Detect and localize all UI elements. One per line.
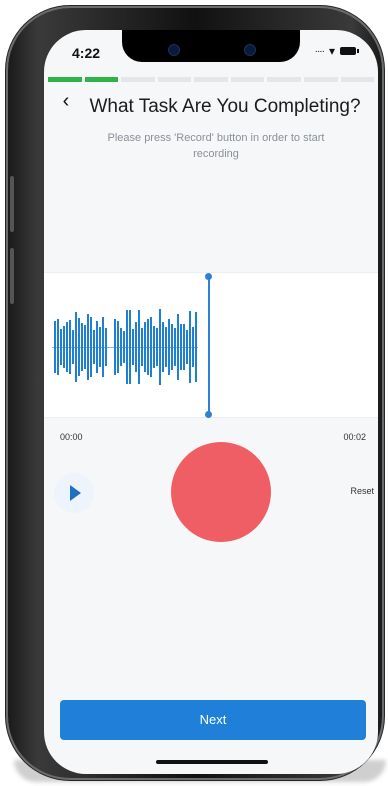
waveform-bar xyxy=(132,329,134,365)
waveform-bar xyxy=(123,330,125,364)
next-button[interactable]: Next xyxy=(60,700,366,740)
elapsed-time: 00:00 xyxy=(60,432,83,442)
waveform-bar xyxy=(126,310,128,384)
waveform-bar xyxy=(165,326,167,368)
waveform-bar xyxy=(105,328,107,366)
waveform-bar xyxy=(168,319,170,375)
waveform-bar xyxy=(60,329,62,365)
playhead-bottom-handle[interactable] xyxy=(205,411,212,418)
waveform-bar xyxy=(153,325,155,369)
waveform-bar xyxy=(183,323,185,371)
camera-icon xyxy=(168,44,180,56)
page-subtitle: Please press 'Record' button in order to… xyxy=(107,132,325,160)
waveform-bar xyxy=(78,318,80,376)
waveform-bar xyxy=(54,320,56,374)
sensor-icon xyxy=(244,44,256,56)
waveform-bar xyxy=(195,311,197,383)
waveform-bar xyxy=(120,327,122,367)
waveform-bar xyxy=(99,326,101,368)
notch xyxy=(122,30,300,62)
waveform-bar xyxy=(159,309,161,385)
waveform-bar xyxy=(96,320,98,374)
waveform-bar xyxy=(87,314,89,380)
waveform-bar xyxy=(114,319,116,375)
page-title: What Task Are You Completing? xyxy=(89,96,361,117)
status-time: 4:22 xyxy=(72,45,101,61)
waveform-bar xyxy=(75,311,77,383)
progress-segment xyxy=(340,77,375,82)
waveform-bar xyxy=(84,325,86,369)
waveform-bar xyxy=(147,319,149,375)
playhead[interactable] xyxy=(208,275,210,415)
progress-segment xyxy=(303,77,338,82)
waveform-bar xyxy=(162,321,164,373)
waveform-bar xyxy=(171,324,173,370)
playhead-top-handle[interactable] xyxy=(205,273,212,280)
signal-icon: ···· xyxy=(314,45,325,57)
waveform-bar xyxy=(189,310,191,384)
battery-icon xyxy=(340,47,359,55)
waveform-bar xyxy=(57,319,59,375)
waveform-bar xyxy=(66,321,68,373)
progress-segment xyxy=(267,77,301,82)
waveform-bar xyxy=(117,320,119,374)
progress-segment xyxy=(84,77,119,82)
reset-button[interactable]: Reset xyxy=(350,486,374,496)
app-screen: 4:22 ···· ▾ ‹ What Task Are You Completi… xyxy=(44,30,378,774)
record-button[interactable] xyxy=(171,442,271,542)
waveform-bar xyxy=(129,309,131,385)
progress-segment xyxy=(157,77,192,82)
waveform-bar xyxy=(135,321,137,373)
volume-down-button xyxy=(10,248,14,304)
wifi-icon: ▾ xyxy=(328,44,335,58)
total-time: 00:02 xyxy=(343,432,366,442)
waveform-bar xyxy=(90,316,92,378)
waveform-bar xyxy=(177,314,179,380)
progress-segment xyxy=(121,77,155,82)
waveform-panel[interactable] xyxy=(44,272,378,418)
waveform-bar xyxy=(180,323,182,371)
waveform-bar xyxy=(150,316,152,378)
status-icons: ···· ▾ xyxy=(314,44,359,58)
waveform-bar xyxy=(186,330,188,364)
waveform-bar xyxy=(156,328,158,366)
waveform-bar xyxy=(141,327,143,367)
step-progress-bar xyxy=(48,77,375,82)
waveform-bar xyxy=(93,330,95,364)
play-button[interactable] xyxy=(54,473,94,513)
volume-up-button xyxy=(10,176,14,232)
waveform-bar xyxy=(81,322,83,372)
waveform-bar xyxy=(63,326,65,368)
play-icon xyxy=(70,485,81,501)
home-indicator xyxy=(156,760,268,764)
progress-segment xyxy=(48,77,82,82)
waveform-bar xyxy=(72,330,74,364)
phone-frame: 4:22 ···· ▾ ‹ What Task Are You Completi… xyxy=(8,8,382,778)
progress-segment xyxy=(194,77,228,82)
progress-segment xyxy=(230,77,265,82)
waveform-bar xyxy=(174,328,176,366)
waveform-bar xyxy=(192,326,194,368)
waveform-bar xyxy=(138,310,140,384)
waveform-bar xyxy=(144,322,146,372)
waveform-bar xyxy=(102,316,104,378)
waveform-bar xyxy=(69,320,71,374)
